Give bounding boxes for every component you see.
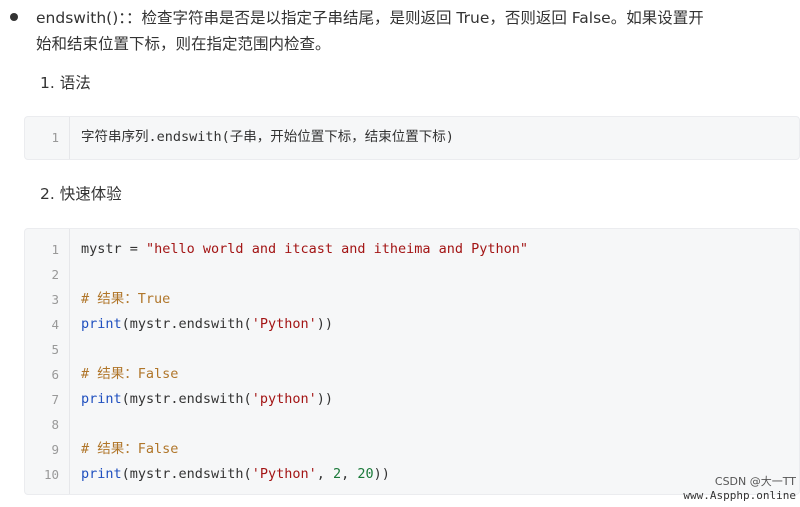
line-number: 1	[51, 130, 59, 145]
code-token-number: 2	[332, 466, 342, 482]
code-token-string: 'python'	[251, 391, 317, 407]
watermark-site: www.Aspphp.online	[683, 489, 796, 502]
code-token-comment: # 结果：False	[81, 366, 179, 382]
line-number: 7	[51, 392, 59, 407]
code-line: 6 # 结果：False	[25, 362, 799, 387]
syntax-code-block: 1 字符串序列.endswith(子串，开始位置下标，结束位置下标)	[24, 116, 800, 160]
code-line: 3 # 结果：True	[25, 287, 799, 312]
bullet-dot-icon	[10, 13, 18, 21]
section-heading-quick-demo: 2. 快速体验	[40, 185, 122, 203]
code-line: 8	[25, 412, 799, 437]
code-token-function: print	[81, 391, 122, 407]
line-number: 6	[51, 367, 59, 382]
code-token-plain: ,	[341, 466, 358, 482]
code-token-comment: # 结果：False	[81, 441, 179, 457]
line-number: 1	[51, 242, 59, 257]
code-token-plain: mystr =	[81, 241, 147, 257]
code-text: print(mystr.endswith('Python', 2, 20))	[81, 462, 390, 487]
code-token-plain: (mystr.endswith(	[121, 316, 252, 332]
code-token-plain: (mystr.endswith(	[121, 391, 252, 407]
demo-code-block: 1 mystr = "hello world and itcast and it…	[24, 228, 800, 495]
code-token-number: 20	[357, 466, 374, 482]
code-line: 4 print(mystr.endswith('Python'))	[25, 312, 799, 337]
code-token-string: "hello world and itcast and itheima and …	[146, 241, 529, 257]
code-token-plain: ))	[373, 466, 390, 482]
code-token-plain: ))	[316, 316, 333, 332]
line-number: 3	[51, 292, 59, 307]
code-line: 7 print(mystr.endswith('python'))	[25, 387, 799, 412]
line-number: 2	[51, 267, 59, 282]
code-line: 9 # 结果：False	[25, 437, 799, 462]
code-line: 5	[25, 337, 799, 362]
line-number: 8	[51, 417, 59, 432]
watermark: CSDN @大一TT www.Aspphp.online	[683, 475, 796, 503]
code-text: mystr = "hello world and itcast and ithe…	[81, 237, 528, 262]
code-token-plain: ))	[316, 391, 333, 407]
section-heading-syntax: 1. 语法	[40, 74, 91, 92]
line-number: 10	[43, 467, 59, 482]
line-number: 5	[51, 342, 59, 357]
bullet-text-line-2: 始和结束位置下标，则在指定范围内检查。	[36, 35, 331, 53]
code-token-comment: # 结果：True	[81, 291, 171, 307]
code-line: 1 mystr = "hello world and itcast and it…	[25, 237, 799, 262]
bullet-paragraph: endswith()：：检查字符串是否是以指定子串结尾，是则返回 True，否则…	[10, 5, 796, 57]
code-token-function: print	[81, 466, 122, 482]
code-text: 字符串序列.endswith(子串，开始位置下标，结束位置下标)	[81, 129, 454, 145]
code-text: print(mystr.endswith('python'))	[81, 387, 333, 412]
code-token-plain: (mystr.endswith(	[121, 466, 252, 482]
code-line: 2	[25, 262, 799, 287]
code-token-string: 'Python'	[251, 466, 317, 482]
code-token-string: 'Python'	[251, 316, 317, 332]
watermark-csdn: CSDN @大一TT	[714, 475, 796, 488]
code-token-plain: ,	[316, 466, 333, 482]
code-token-function: print	[81, 316, 122, 332]
line-number: 9	[51, 442, 59, 457]
code-text: print(mystr.endswith('Python'))	[81, 312, 333, 337]
line-number: 4	[51, 317, 59, 332]
code-line: 1 字符串序列.endswith(子串，开始位置下标，结束位置下标)	[25, 125, 799, 150]
bullet-text-line-1: endswith()：：检查字符串是否是以指定子串结尾，是则返回 True，否则…	[36, 9, 704, 27]
